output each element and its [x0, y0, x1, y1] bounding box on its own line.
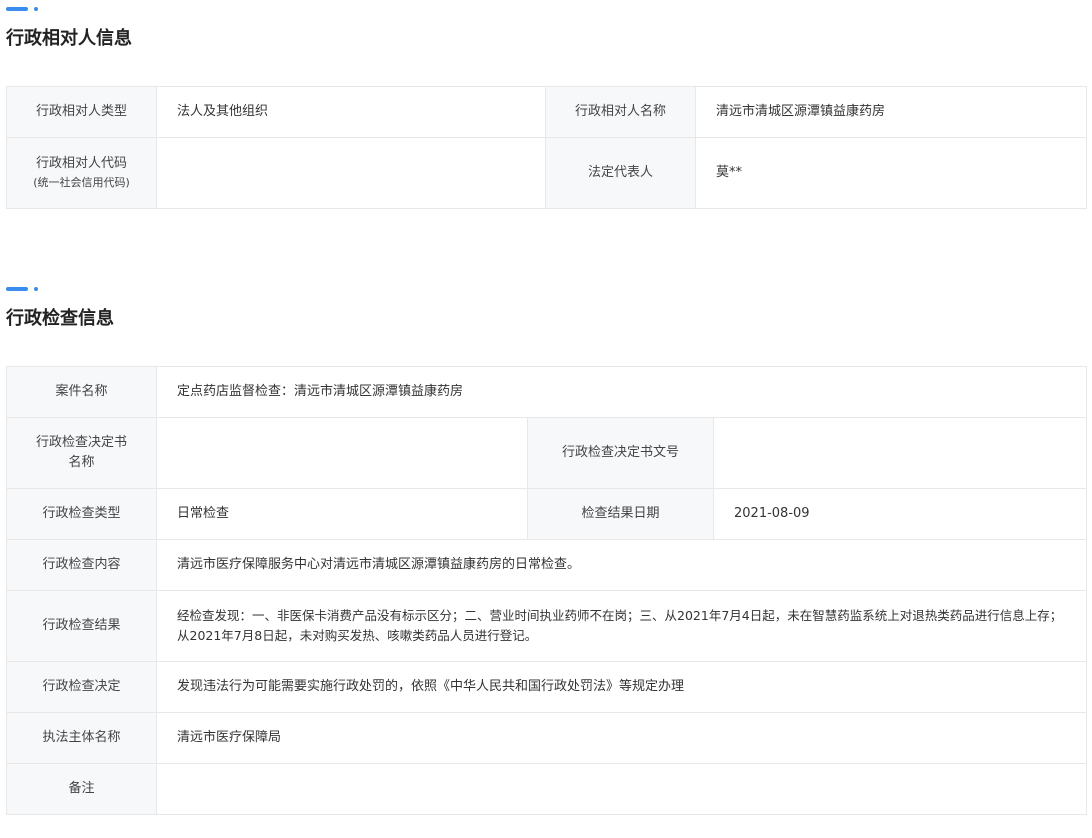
table-row: 行政相对人类型 法人及其他组织 行政相对人名称 清远市清城区源潭镇益康药房 — [6, 86, 1087, 138]
decision-doc-no-value — [712, 417, 1088, 489]
decision-doc-no-label: 行政检查决定书文号 — [527, 417, 714, 489]
case-name-value: 定点药店监督检查：清远市清城区源潭镇益康药房 — [155, 366, 1088, 418]
inspection-section-header: 行政检查信息 — [6, 287, 1086, 331]
inspection-result-value: 经检查发现：一、非医保卡消费产品没有标示区分；二、营业时间执业药师不在岗；三、从… — [155, 590, 1088, 662]
inspection-result-label: 行政检查结果 — [6, 590, 157, 662]
accent-bar — [6, 7, 28, 11]
inspection-decision-label: 行政检查决定 — [6, 661, 157, 713]
table-row: 行政检查内容 清远市医疗保障服务中心对清远市清城区源潭镇益康药房的日常检查。 — [6, 539, 1088, 591]
party-name-value: 清远市清城区源潭镇益康药房 — [695, 86, 1087, 138]
accent-dot — [34, 287, 38, 291]
section-accent — [6, 7, 1086, 11]
party-name-label: 行政相对人名称 — [545, 86, 696, 138]
party-code-value — [156, 137, 546, 209]
legal-rep-value: 莫** — [695, 137, 1087, 209]
result-date-value: 2021-08-09 — [712, 488, 1088, 540]
table-row: 行政检查类型 日常检查 检查结果日期 2021-08-09 — [6, 488, 1088, 540]
table-row: 行政检查决定 发现违法行为可能需要实施行政处罚的，依照《中华人民共和国行政处罚法… — [6, 661, 1088, 713]
table-row: 案件名称 定点药店监督检查：清远市清城区源潭镇益康药房 — [6, 366, 1088, 418]
party-code-label-text: 行政相对人代码 — [35, 156, 127, 171]
enforcement-agency-value: 清远市医疗保障局 — [155, 712, 1088, 764]
inspection-type-value: 日常检查 — [156, 488, 528, 540]
table-row: 行政相对人代码 (统一社会信用代码) 法定代表人 莫** — [6, 137, 1087, 209]
remark-label: 备注 — [6, 763, 157, 815]
party-code-label: 行政相对人代码 (统一社会信用代码) — [6, 137, 157, 209]
accent-dot — [34, 7, 38, 11]
decision-doc-name-value — [156, 417, 528, 489]
enforcement-agency-label: 执法主体名称 — [6, 712, 157, 764]
inspection-content-label: 行政检查内容 — [6, 539, 157, 591]
inspection-content-value: 清远市医疗保障服务中心对清远市清城区源潭镇益康药房的日常检查。 — [155, 539, 1088, 591]
party-type-value: 法人及其他组织 — [156, 86, 546, 138]
table-row: 备注 — [6, 763, 1088, 815]
table-row: 执法主体名称 清远市医疗保障局 — [6, 712, 1088, 764]
decision-doc-name-label: 行政检查决定书名称 — [6, 417, 157, 489]
section-title: 行政相对人信息 — [6, 28, 132, 49]
party-table: 行政相对人类型 法人及其他组织 行政相对人名称 清远市清城区源潭镇益康药房 行政… — [6, 86, 1087, 209]
party-code-sublabel: (统一社会信用代码) — [33, 176, 130, 189]
table-row: 行政检查决定书名称 行政检查决定书文号 — [6, 417, 1088, 489]
case-name-label: 案件名称 — [6, 366, 157, 418]
remark-value — [155, 763, 1088, 815]
table-row: 行政检查结果 经检查发现：一、非医保卡消费产品没有标示区分；二、营业时间执业药师… — [6, 590, 1088, 662]
party-section-header: 行政相对人信息 — [6, 7, 1086, 51]
section-title: 行政检查信息 — [6, 308, 114, 329]
inspection-table: 案件名称 定点药店监督检查：清远市清城区源潭镇益康药房 行政检查决定书名称 行政… — [6, 366, 1088, 815]
accent-bar — [6, 287, 28, 291]
section-accent — [6, 287, 1086, 291]
result-date-label: 检查结果日期 — [527, 488, 714, 540]
inspection-decision-value: 发现违法行为可能需要实施行政处罚的，依照《中华人民共和国行政处罚法》等规定办理 — [155, 661, 1088, 713]
inspection-type-label: 行政检查类型 — [6, 488, 157, 540]
party-type-label: 行政相对人类型 — [6, 86, 157, 138]
legal-rep-label: 法定代表人 — [545, 137, 696, 209]
